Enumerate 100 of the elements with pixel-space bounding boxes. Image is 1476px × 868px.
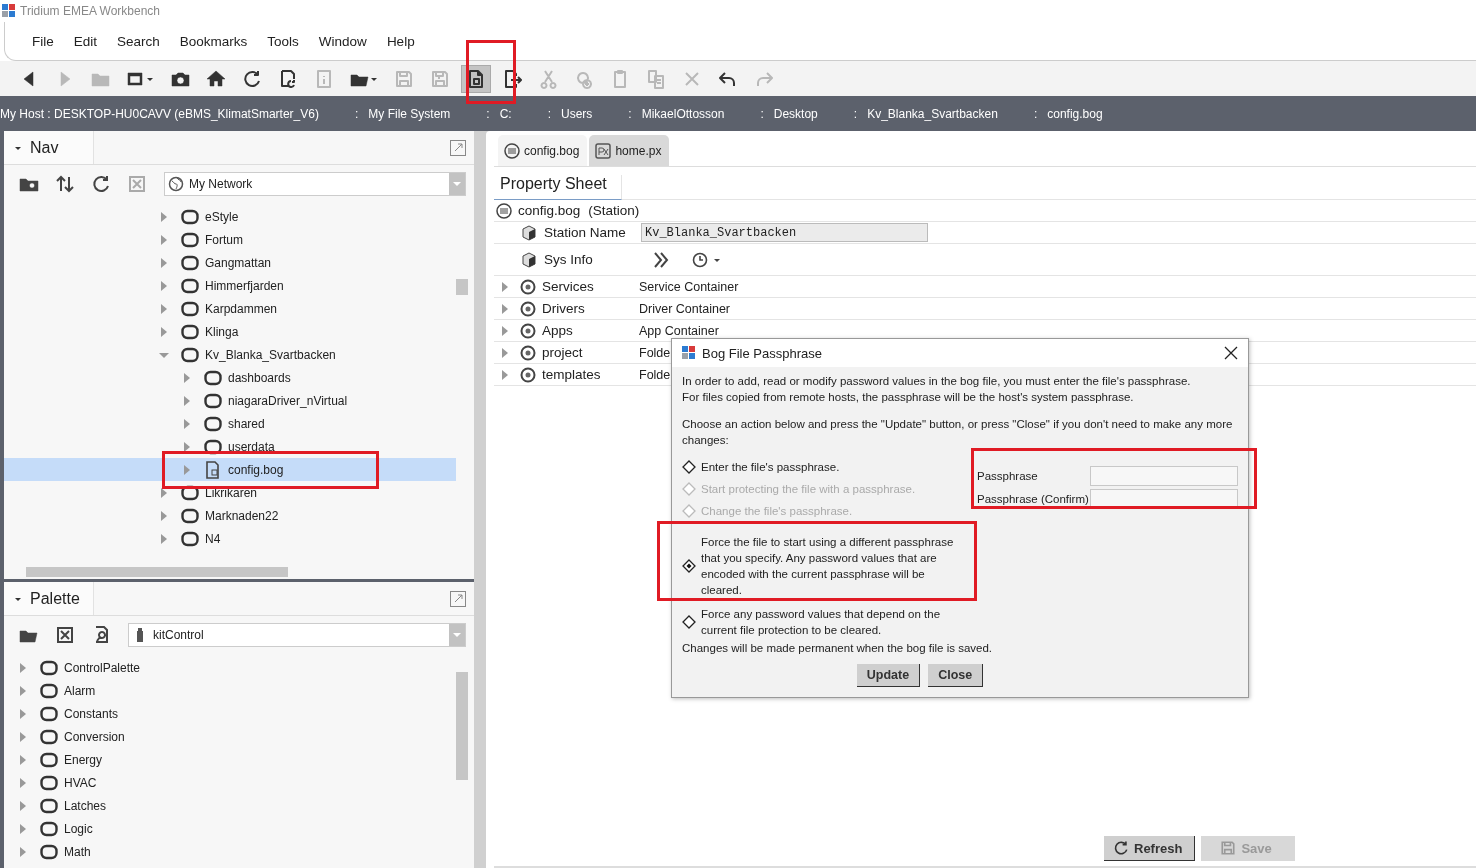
- tree-item[interactable]: HVAC: [4, 771, 456, 794]
- tree-item[interactable]: Alarm: [4, 679, 456, 702]
- expand-arrow-icon[interactable]: [182, 371, 192, 384]
- close-icon[interactable]: [1224, 346, 1238, 360]
- tree-item[interactable]: Conversion: [4, 725, 456, 748]
- path-crumb[interactable]: My File System: [366, 106, 455, 121]
- tree-item[interactable]: userdata: [4, 435, 456, 458]
- path-crumb[interactable]: My Host : DESKTOP-HU0CAVV (eBMS_KlimatSmarter_V6): [0, 106, 323, 121]
- menu-item[interactable]: File: [22, 29, 64, 53]
- expand-arrow-icon[interactable]: [182, 463, 192, 476]
- property-name: templates: [542, 367, 602, 382]
- file-tab[interactable]: config.bog: [498, 135, 588, 166]
- folder-icon: [40, 773, 58, 792]
- edit-file-button[interactable]: [461, 64, 491, 93]
- radio-option[interactable]: Force any password values that depend on the current file protection to be cleared.: [682, 606, 973, 638]
- tree-item[interactable]: Energy: [4, 748, 456, 771]
- tree-item[interactable]: Constants: [4, 702, 456, 725]
- expand-arrow-icon[interactable]: [159, 233, 169, 246]
- tree-item[interactable]: Math: [4, 840, 456, 863]
- save-icon: [1219, 839, 1238, 857]
- path-crumb[interactable]: config.bog: [1045, 106, 1107, 121]
- expand-arrow-icon[interactable]: [159, 302, 169, 315]
- path-crumb[interactable]: Kv_Blanka_Svartbacken: [865, 106, 1002, 121]
- property-name: Services: [542, 279, 595, 294]
- tree-item[interactable]: config.bog: [4, 458, 456, 481]
- folder-icon: [181, 276, 199, 295]
- path-separator: :: [852, 106, 859, 121]
- panel-tab[interactable]: Palette: [4, 582, 94, 615]
- path-separator: :: [759, 106, 765, 121]
- passphrase-field[interactable]: [1090, 489, 1238, 509]
- path-crumb[interactable]: Users: [559, 106, 597, 121]
- station-name-field[interactable]: Kv_Blanka_Svartbacken: [641, 223, 928, 242]
- expand-arrow-icon[interactable]: [159, 532, 169, 545]
- menu-item[interactable]: Bookmarks: [169, 29, 258, 53]
- tree-item[interactable]: niagaraDriver_nVirtual: [4, 389, 456, 412]
- radio-option[interactable]: Enter the file's passphrase.: [682, 456, 973, 478]
- expand-arrow-icon[interactable]: [18, 845, 28, 858]
- expand-arrow-icon[interactable]: [500, 346, 510, 359]
- dialog-button[interactable]: Update: [856, 664, 921, 687]
- tree-item[interactable]: shared: [4, 412, 456, 435]
- property-name: Apps: [542, 323, 574, 338]
- refresh-button[interactable]: Refresh: [1104, 836, 1196, 861]
- menu-item[interactable]: Window: [308, 29, 377, 53]
- expand-arrow-icon[interactable]: [182, 394, 192, 407]
- menu-item[interactable]: Search: [107, 29, 170, 53]
- expand-arrow-icon[interactable]: [500, 280, 510, 293]
- maximize-icon[interactable]: [450, 590, 466, 607]
- tree-item[interactable]: Gangmattan: [4, 251, 456, 274]
- copy-icon: [645, 67, 667, 90]
- path-crumb[interactable]: C:: [497, 106, 516, 121]
- menu-item[interactable]: Tools: [257, 29, 309, 53]
- expand-arrow-icon[interactable]: [159, 486, 169, 499]
- tree-item[interactable]: Himmerfjarden: [4, 274, 456, 297]
- expand-arrow-icon[interactable]: [18, 776, 28, 789]
- expand-arrow-icon[interactable]: [18, 822, 28, 835]
- file-tab[interactable]: home.px: [589, 135, 670, 166]
- expand-arrow-icon[interactable]: [159, 279, 169, 292]
- panel-tab[interactable]: Nav: [4, 131, 94, 164]
- radio-option[interactable]: Force the file to start using a different passphrase that you specify. Any password values that are encoded with the current passphrase will be cleared.: [682, 526, 954, 606]
- maximize-icon[interactable]: [450, 139, 466, 156]
- field-label: Passphrase (Confirm): [977, 493, 1090, 505]
- location-dropdown[interactable]: kitControl: [128, 623, 466, 647]
- expand-arrow-icon[interactable]: [18, 753, 28, 766]
- component-icon: [520, 322, 536, 339]
- passphrase-field[interactable]: [1090, 466, 1238, 486]
- expand-arrow-icon[interactable]: [18, 707, 28, 720]
- tree-item[interactable]: eStyle: [4, 205, 456, 228]
- tree-item[interactable]: N4: [4, 527, 456, 550]
- path-crumb[interactable]: MikaelOttosson: [639, 106, 729, 121]
- tree-item[interactable]: Latches: [4, 794, 456, 817]
- dialog-button[interactable]: Close: [928, 664, 984, 687]
- tree-item[interactable]: dashboards: [4, 366, 456, 389]
- expand-arrow-icon[interactable]: [18, 661, 28, 674]
- location-dropdown[interactable]: My Network: [164, 172, 466, 196]
- menu-item[interactable]: Edit: [63, 29, 108, 53]
- tree-item[interactable]: Logic: [4, 817, 456, 840]
- expand-arrow-icon[interactable]: [500, 368, 510, 381]
- expand-arrow-icon[interactable]: [500, 324, 510, 337]
- expand-arrow-icon[interactable]: [18, 730, 28, 743]
- tree-item[interactable]: Likrikaren: [4, 481, 456, 504]
- tree-item[interactable]: Kv_Blanka_Svartbacken: [4, 343, 456, 366]
- tree-item[interactable]: ControlPalette: [4, 656, 456, 679]
- expand-arrow-icon[interactable]: [182, 417, 192, 430]
- tree-item[interactable]: Karpdammen: [4, 297, 456, 320]
- menu-item[interactable]: Help: [376, 29, 425, 53]
- tree-item[interactable]: Klinga: [4, 320, 456, 343]
- path-separator: :: [485, 106, 491, 121]
- expand-arrow-icon[interactable]: [159, 509, 169, 522]
- expand-arrow-icon[interactable]: [500, 302, 510, 315]
- expand-arrow-icon[interactable]: [159, 256, 169, 269]
- expand-arrow-icon[interactable]: [182, 440, 192, 453]
- expand-arrow-icon[interactable]: [159, 325, 169, 338]
- folder-icon: [40, 750, 58, 769]
- folder-icon: [40, 842, 58, 861]
- expand-arrow-icon[interactable]: [18, 799, 28, 812]
- expand-arrow-icon[interactable]: [18, 684, 28, 697]
- tree-item[interactable]: Marknaden22: [4, 504, 456, 527]
- tree-item[interactable]: Fortum: [4, 228, 456, 251]
- path-crumb[interactable]: Desktop: [771, 106, 822, 121]
- expand-arrow-icon[interactable]: [159, 210, 169, 223]
